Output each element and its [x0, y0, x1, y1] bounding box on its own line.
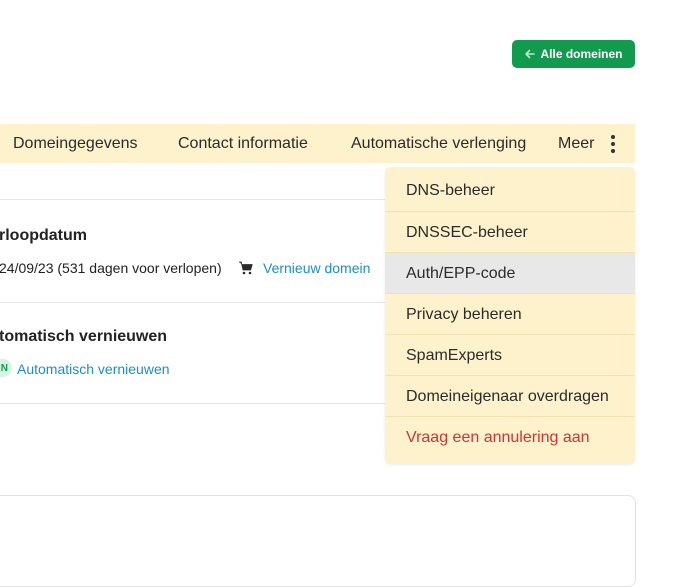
more-dropdown-menu: DNS-beheer DNSSEC-beheer Auth/EPP-code P…: [385, 167, 635, 464]
divider: [0, 302, 385, 303]
all-domains-button[interactable]: Alle domeinen: [512, 40, 635, 68]
menu-item-auth-epp-code[interactable]: Auth/EPP-code: [385, 253, 635, 294]
menu-item-spamexperts[interactable]: SpamExperts: [385, 335, 635, 376]
more-vertical-icon[interactable]: [607, 135, 619, 153]
cart-icon: [239, 261, 253, 275]
expiry-title: rloopdatum: [0, 227, 87, 244]
content-card: [0, 495, 636, 587]
tab-contact-informatie[interactable]: Contact informatie: [178, 124, 308, 163]
renew-domain-link[interactable]: Vernieuw domein: [263, 260, 370, 276]
menu-item-annulering-aanvragen[interactable]: Vraag een annulering aan: [385, 417, 635, 458]
all-domains-label: Alle domeinen: [540, 47, 623, 61]
divider: [0, 403, 385, 404]
domain-tab-bar: Domeingegevens Contact informatie Automa…: [0, 124, 635, 163]
menu-item-dnssec-beheer[interactable]: DNSSEC-beheer: [385, 212, 635, 253]
divider: [0, 199, 385, 200]
tab-domeingegevens[interactable]: Domeingegevens: [13, 124, 138, 163]
autorenew-link[interactable]: Automatisch vernieuwen: [17, 361, 170, 377]
expiry-date-text: 24/09/23 (531 dagen voor verlopen): [0, 260, 222, 276]
arrow-left-icon: [525, 49, 536, 59]
autorenew-status-badge: N: [0, 359, 12, 377]
tab-meer[interactable]: Meer: [558, 124, 594, 163]
tab-automatische-verlenging[interactable]: Automatische verlenging: [351, 124, 526, 163]
autorenew-title: tomatisch vernieuwen: [0, 328, 168, 345]
menu-item-dns-beheer[interactable]: DNS-beheer: [385, 167, 635, 212]
menu-item-privacy-beheren[interactable]: Privacy beheren: [385, 294, 635, 335]
menu-item-domeineigenaar-overdragen[interactable]: Domeineigenaar overdragen: [385, 376, 635, 417]
